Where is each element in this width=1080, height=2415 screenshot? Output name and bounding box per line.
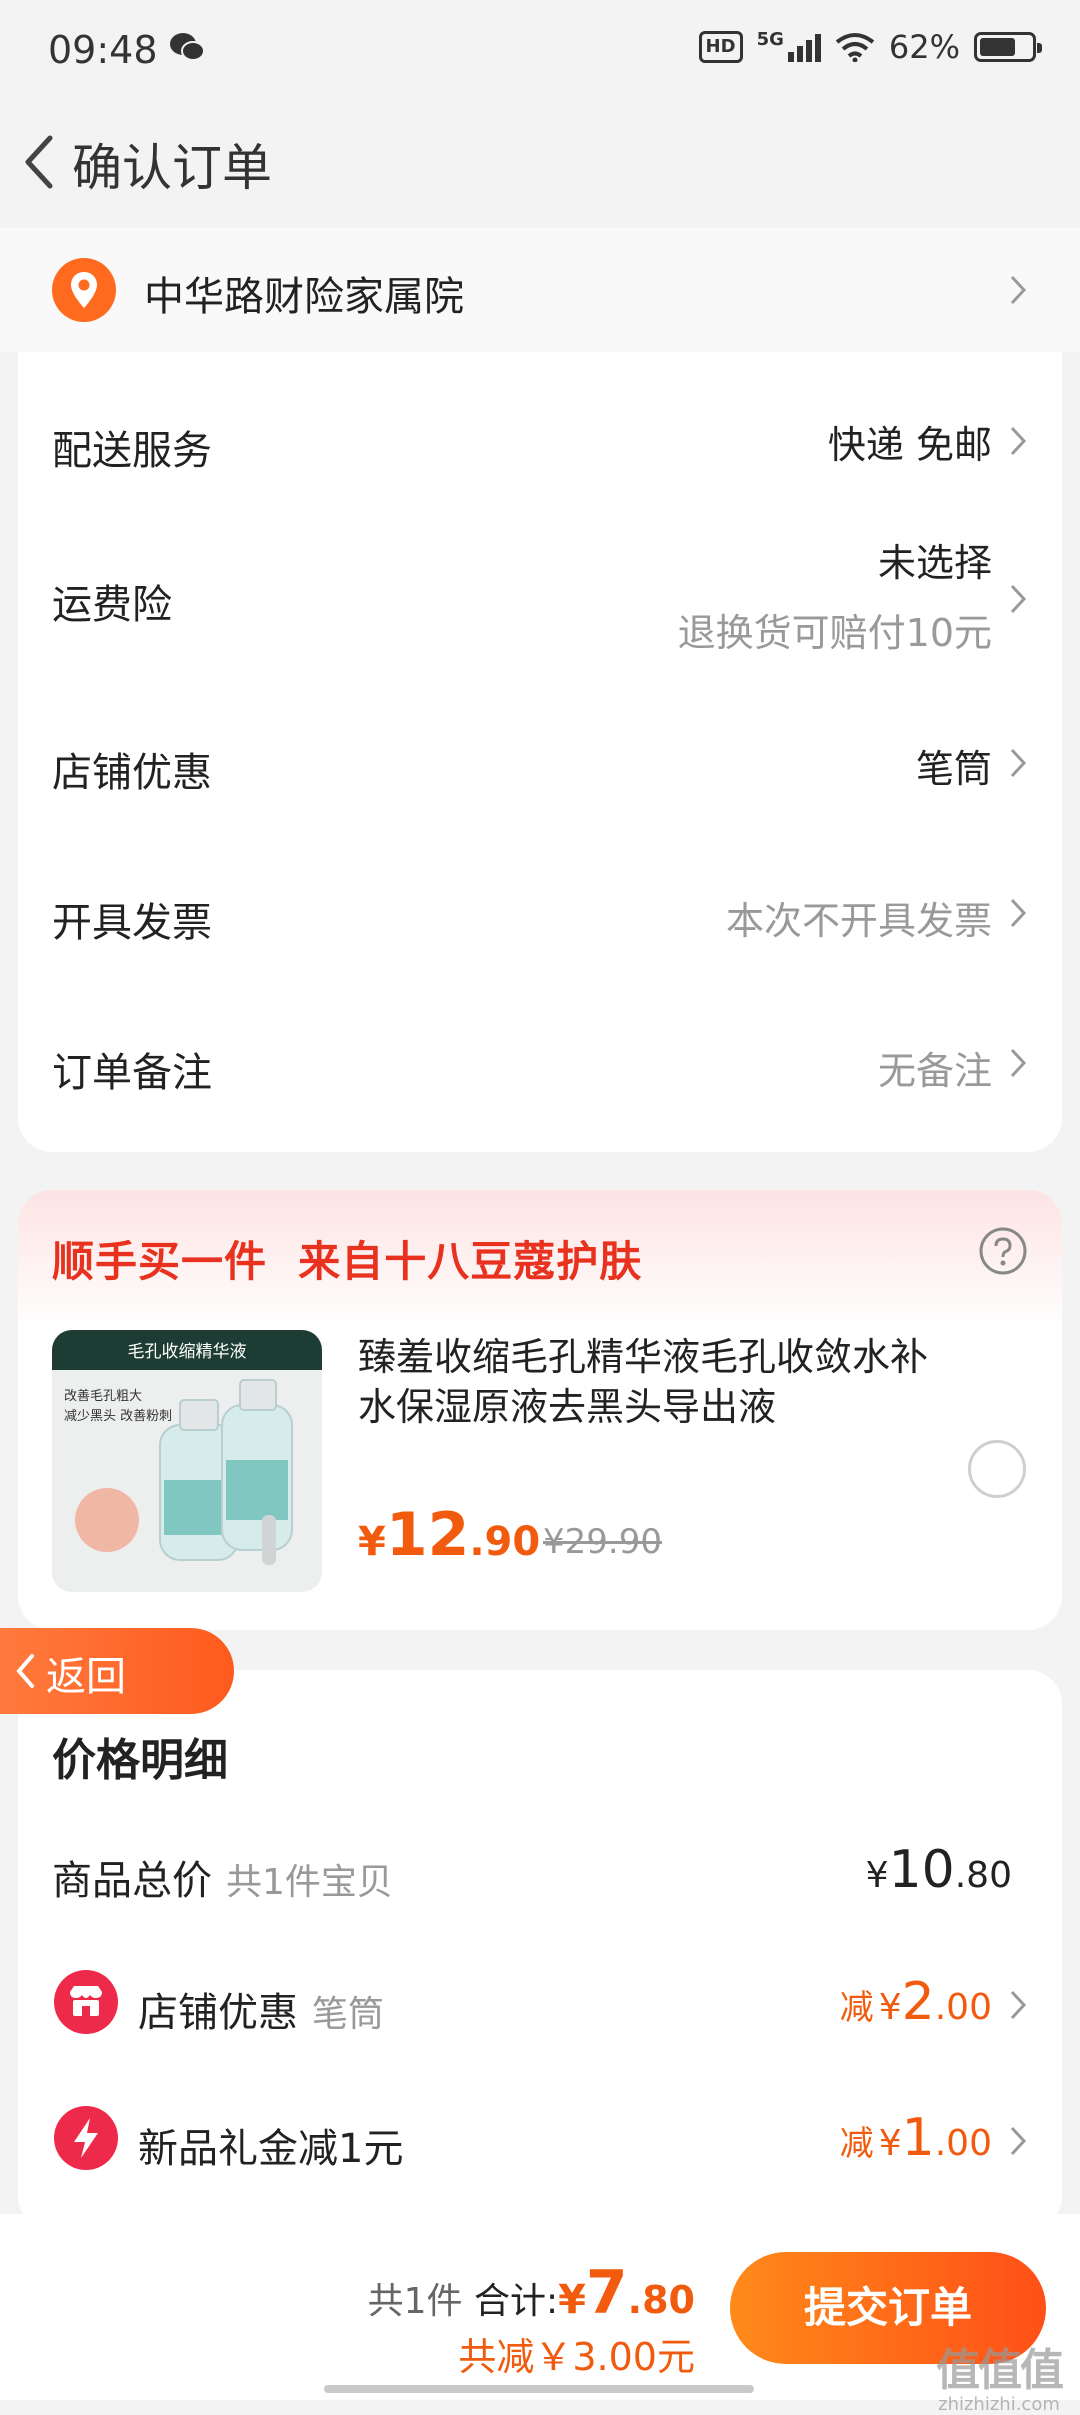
option-label: 运费险 [52,582,172,628]
option-label: 订单备注 [52,1050,212,1096]
option-value: 未选择 [877,541,992,585]
chevron-right-icon [1010,584,1027,614]
product-image-art: 毛孔收缩精华液 改善毛孔粗大 减少黑头 改善粉刺 [52,1330,322,1592]
chevron-right-icon [1010,275,1027,305]
return-label: 返回 [46,1654,126,1700]
location-pin-icon [52,258,116,322]
help-icon[interactable] [978,1226,1028,1276]
price-label: 商品总价 共1件宝贝 [52,1858,393,1904]
image-line: 改善毛孔粗大 [64,1388,142,1404]
price-row-new-product-gift[interactable]: 新品礼金减1元 减 ¥1.00 [18,2106,1062,2186]
chevron-right-icon [1010,898,1027,928]
price-amount: 减 ¥2.00 [839,1972,992,2032]
address-text: 中华路财险家属院 [144,274,464,320]
chevron-right-icon [1010,426,1027,456]
watermark: 值值值 zhizhizhi.com [936,2334,1064,2415]
watermark-logo: 值值值 [936,2345,1064,2396]
page-title: 确认订单 [72,139,272,197]
option-row-remark[interactable]: 订单备注 无备注 [18,1032,1062,1112]
status-indicators: HD 5G 62% [698,28,1042,66]
shop-icon [54,1970,118,2034]
order-options-card: 配送服务 快递 免邮 运费险 未选择 退换货可赔付10元 店铺优惠 笔筒 开具发… [18,352,1062,1152]
battery-icon [974,32,1042,62]
chevron-right-icon [1010,2126,1027,2156]
option-value: 本次不开具发票 [725,899,992,943]
price-row-subtotal: 商品总价 共1件宝贝 ¥10.80 [18,1838,1062,1918]
wifi-icon [835,33,875,62]
signal-icon [787,32,821,62]
status-time: 09:48 [48,28,158,72]
network-label: 5G [756,28,784,50]
price-label: 新品礼金减1元 [138,2126,404,2172]
return-button[interactable]: 返回 [0,1628,234,1714]
nav-bar: 确认订单 [0,110,1080,210]
price-amount: ¥10.80 [865,1840,1012,1900]
bundle-title: 顺手买一件 来自十八豆蔻护肤 [52,1237,643,1286]
price-detail-card: 价格明细 商品总价 共1件宝贝 ¥10.80 店铺优惠 笔筒 减 ¥2.00 新品礼… [18,1670,1062,2230]
battery-percent: 62% [888,28,960,66]
option-subvalue: 退换货可赔付10元 [677,611,992,655]
option-row-delivery[interactable]: 配送服务 快递 免邮 [18,410,1062,490]
image-line: 减少黑头 改善粉刺 [64,1408,172,1424]
option-value: 快递 免邮 [827,423,992,467]
option-row-shipping-insurance[interactable]: 运费险 未选择 退换货可赔付10元 [18,532,1062,672]
image-caption: 毛孔收缩精华液 [128,1342,247,1362]
option-row-shop-discount[interactable]: 店铺优惠 笔筒 [18,732,1062,812]
saved-amount: 共减￥3.00元 [458,2335,695,2379]
option-row-invoice[interactable]: 开具发票 本次不开具发票 [18,882,1062,962]
option-label: 配送服务 [52,428,212,474]
bundle-offer-card: 顺手买一件 来自十八豆蔻护肤 毛孔收缩精华液 改善毛孔粗大 减少黑头 改善粉刺 … [18,1190,1062,1630]
lightning-icon [54,2106,118,2170]
product-price: ¥12.90 [358,1500,541,1570]
price-label: 店铺优惠 笔筒 [138,1990,385,2036]
address-row[interactable]: 中华路财险家属院 [0,228,1080,352]
checkout-bar: 共1件 合计:¥7.80 共减￥3.00元 提交订单 [0,2214,1080,2400]
product-name[interactable]: 臻羞收缩毛孔精华液毛孔收敛水补水保湿原液去黑头导出液 [358,1332,958,1432]
chevron-right-icon [1010,748,1027,778]
total-line: 共1件 合计:¥7.80 [367,2258,695,2328]
price-row-shop-discount[interactable]: 店铺优惠 笔筒 减 ¥2.00 [18,1970,1062,2050]
option-value: 笔筒 [915,747,992,791]
price-amount: 减 ¥1.00 [839,2108,992,2168]
product-image[interactable]: 毛孔收缩精华液 改善毛孔粗大 减少黑头 改善粉刺 [52,1330,322,1592]
hd-badge: HD [698,31,743,63]
status-bar: 09:48 HD 5G 62% [0,0,1080,100]
option-label: 开具发票 [52,900,212,946]
chevron-right-icon [1010,1990,1027,2020]
option-label: 店铺优惠 [52,750,212,796]
chevron-left-icon [16,1654,34,1688]
select-product-radio[interactable] [968,1440,1026,1498]
chevron-left-icon[interactable] [16,132,64,192]
wechat-icon [170,33,205,61]
product-original-price: ¥29.90 [543,1522,662,1562]
home-indicator[interactable] [324,2385,754,2393]
option-value: 无备注 [877,1049,992,1093]
chevron-right-icon [1010,1048,1027,1078]
watermark-url: zhizhizhi.com [938,2394,1060,2415]
section-title: 价格明细 [52,1735,228,1786]
